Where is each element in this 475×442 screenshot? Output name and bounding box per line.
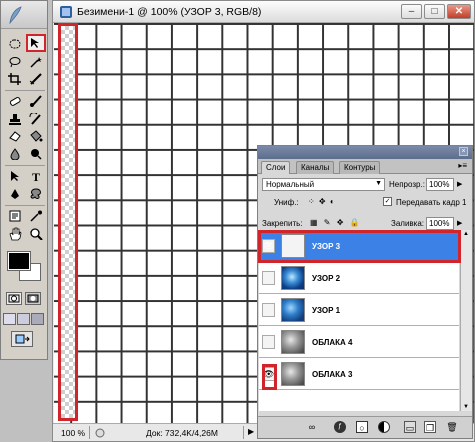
lasso-tool[interactable] — [5, 54, 24, 70]
visibility-toggle[interactable] — [262, 271, 275, 285]
document-size: Док: 732,4K/4,26M — [146, 428, 218, 438]
transparent-strip-highlight — [58, 23, 78, 421]
layer-name: УЗОР 1 — [312, 306, 341, 315]
zoom-level[interactable]: 100 % — [61, 428, 85, 438]
layer-row-uzor-1[interactable]: УЗОР 1 — [259, 295, 459, 326]
scroll-up-icon[interactable]: ▲ — [463, 231, 469, 237]
eraser-tool[interactable] — [5, 128, 24, 144]
tab-channels[interactable]: Каналы — [296, 161, 335, 174]
panel-tabs: Слои Каналы Контуры ▸≡ — [258, 159, 472, 174]
feather-logo-icon — [9, 6, 22, 25]
tools-panel: T — [0, 0, 48, 360]
healing-brush-tool[interactable] — [5, 93, 24, 109]
slice-tool[interactable] — [26, 71, 45, 87]
custom-shape-tool[interactable] — [26, 186, 45, 202]
propagate-frame-checkbox[interactable]: ✓ — [383, 197, 392, 206]
mask-icon[interactable]: ○ — [356, 421, 368, 433]
pen-tool[interactable] — [5, 186, 24, 202]
layers-panel-footer: ∞ ƒ ○ ▭ ❐ 🗑 — [258, 416, 472, 438]
path-selection-tool[interactable] — [5, 168, 24, 184]
layer-row-uzor-2[interactable]: УЗОР 2 — [259, 263, 459, 294]
minimize-button[interactable]: – — [401, 4, 422, 19]
marquee-tool[interactable] — [5, 36, 24, 52]
layer-thumbnail — [281, 330, 305, 354]
jump-to-imageready-button[interactable] — [11, 331, 33, 347]
status-arrow-icon[interactable]: ▶ — [248, 427, 254, 436]
history-brush-tool[interactable] — [26, 111, 45, 127]
eye-toggle-highlight — [262, 364, 277, 390]
blur-tool[interactable] — [5, 146, 24, 162]
brush-tool[interactable] — [26, 93, 45, 109]
opacity-arrow-icon[interactable]: ▶ — [457, 180, 462, 188]
screen-mode-menu-button[interactable] — [17, 313, 30, 325]
layers-list: 👁 УЗОР 3 УЗОР 2 УЗОР 1 ОБЛАКА 4 👁 ОБЛАКА… — [258, 230, 461, 411]
dodge-tool[interactable] — [26, 146, 45, 162]
paint-bucket-tool[interactable] — [26, 128, 45, 144]
clone-stamp-tool[interactable] — [5, 111, 24, 127]
new-layer-icon[interactable]: ❐ — [424, 421, 436, 433]
chevron-down-icon: ▼ — [375, 180, 382, 187]
maximize-button[interactable]: □ — [424, 4, 445, 19]
layer-name: ОБЛАКА 3 — [312, 370, 353, 379]
visibility-toggle[interactable] — [262, 335, 275, 349]
tools-panel-header — [1, 1, 47, 29]
opacity-label: Непрозр.: — [389, 180, 425, 189]
move-tool[interactable] — [26, 34, 46, 52]
layer-thumbnail — [281, 362, 305, 386]
layer-row-oblaka-4[interactable]: ОБЛАКА 4 — [259, 327, 459, 358]
visibility-toggle[interactable] — [262, 303, 275, 317]
opacity-field[interactable]: 100% — [426, 178, 454, 191]
panel-close-icon[interactable]: × — [459, 147, 468, 156]
link-icon[interactable]: ∞ — [306, 421, 318, 433]
status-info-icon[interactable] — [95, 428, 105, 438]
lock-label: Закрепить: — [262, 219, 303, 228]
crop-tool[interactable] — [5, 71, 24, 87]
layer-name: ОБЛАКА 4 — [312, 338, 353, 347]
fill-field[interactable]: 100% — [426, 217, 454, 230]
panel-menu-button[interactable]: ▸≡ — [458, 161, 467, 170]
fill-label: Заливка: — [391, 219, 425, 228]
quick-mask-button[interactable] — [25, 292, 41, 305]
layers-scrollbar[interactable]: ▲ ▼ — [460, 230, 472, 411]
layer-thumbnail — [281, 266, 305, 290]
zoom-tool[interactable] — [26, 226, 45, 242]
unify-label: Униф.: — [274, 198, 299, 207]
document-titlebar[interactable]: Безимени-1 @ 100% (УЗОР 3, RGB/8) – □ ✕ — [53, 1, 474, 23]
layer-name: УЗОР 2 — [312, 274, 341, 283]
propagate-frame-label: Передавать кадр 1 — [396, 198, 467, 207]
layers-panel-titlebar[interactable]: × — [258, 146, 472, 159]
group-icon[interactable]: ▭ — [404, 421, 416, 433]
layer-thumbnail — [281, 298, 305, 322]
adjustment-icon[interactable] — [378, 421, 390, 433]
layer-row-oblaka-3[interactable]: 👁 ОБЛАКА 3 — [259, 359, 459, 390]
tab-layers[interactable]: Слои — [261, 161, 291, 174]
photoshop-document-icon — [60, 6, 72, 18]
hand-tool[interactable] — [5, 226, 24, 242]
notes-tool[interactable] — [5, 208, 24, 224]
trash-icon[interactable]: 🗑 — [446, 421, 458, 433]
screen-mode-full-button[interactable] — [31, 313, 44, 325]
svg-text:T: T — [32, 170, 40, 182]
eyedropper-tool[interactable] — [26, 208, 45, 224]
standard-mode-button[interactable] — [6, 292, 22, 305]
fx-icon[interactable]: ƒ — [334, 421, 346, 433]
layers-panel: × Слои Каналы Контуры ▸≡ Нормальный ▼ Не… — [257, 145, 473, 439]
document-title: Безимени-1 @ 100% (УЗОР 3, RGB/8) — [77, 6, 262, 18]
blend-mode-value: Нормальный — [266, 180, 315, 189]
scroll-down-icon[interactable]: ▼ — [463, 404, 469, 410]
magic-wand-tool[interactable] — [26, 54, 45, 70]
foreground-color-swatch[interactable] — [7, 251, 31, 271]
fill-arrow-icon[interactable]: ▶ — [457, 219, 462, 227]
blend-mode-select[interactable]: Нормальный ▼ — [262, 178, 385, 191]
lock-buttons[interactable]: ▦ ✎ ✥ 🔒 — [310, 218, 362, 227]
tab-paths[interactable]: Контуры — [339, 161, 381, 174]
unify-buttons[interactable]: ⁘ ✥ ◐ — [308, 197, 336, 206]
close-button[interactable]: ✕ — [447, 4, 471, 19]
type-tool[interactable]: T — [26, 168, 45, 184]
selected-layer-highlight — [258, 230, 461, 263]
screen-mode-standard-button[interactable] — [3, 313, 16, 325]
layer-row-uzor-3[interactable]: 👁 УЗОР 3 — [258, 230, 461, 263]
